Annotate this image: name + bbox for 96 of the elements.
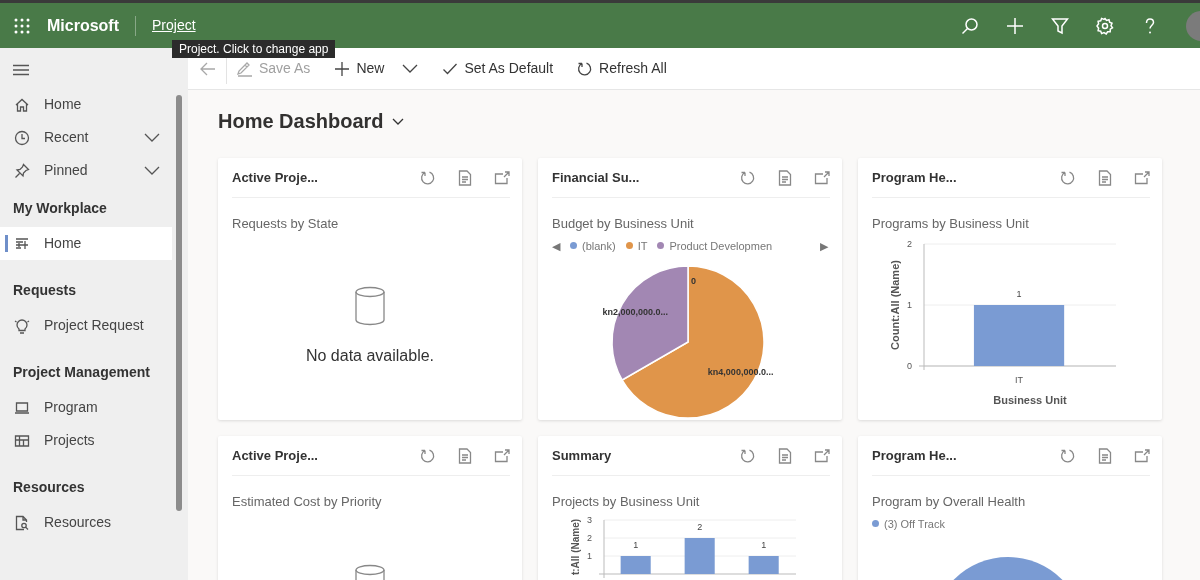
data-label: 1	[761, 539, 767, 550]
legend-label: (3) Off Track	[884, 516, 945, 532]
report-icon[interactable]	[778, 447, 792, 464]
dashboard-icon	[14, 235, 30, 252]
dashboard-selector[interactable]: Home Dashboard	[218, 106, 404, 136]
report-icon[interactable]	[1098, 169, 1112, 186]
database-icon	[353, 285, 387, 326]
command-button[interactable]: New	[328, 58, 425, 79]
legend-label: (blank)	[582, 238, 616, 254]
report-icon[interactable]	[458, 169, 472, 186]
popout-icon[interactable]	[494, 448, 510, 463]
data-label: 1	[1016, 288, 1022, 299]
data-label: 2	[697, 521, 703, 532]
refresh-icon	[577, 60, 594, 77]
card-title: Summary	[552, 446, 612, 465]
app-link[interactable]: Project	[152, 15, 196, 36]
popout-icon[interactable]	[814, 448, 830, 463]
bar	[684, 537, 715, 574]
lightbulb-icon	[14, 317, 30, 334]
chart-title: Budget by Business Unit	[552, 215, 695, 233]
nav-item[interactable]: Projects	[0, 424, 172, 457]
axis-tick-label: 2	[587, 532, 592, 543]
nav-item[interactable]: Home	[0, 88, 172, 121]
axis-tick-label: 1	[907, 299, 912, 310]
filter-icon[interactable]	[1051, 16, 1069, 35]
pin-icon	[14, 162, 30, 179]
chart-title: Programs by Business Unit	[872, 215, 1030, 233]
section-heading: Project Management	[12, 363, 151, 382]
scrollbar-thumb[interactable]	[176, 95, 182, 511]
axis-title: Count:All (Name)	[889, 259, 901, 350]
category-label: IT	[1015, 374, 1024, 385]
chart-title: Estimated Cost by Priority	[232, 493, 383, 511]
card-title: Active Proje...	[232, 446, 318, 465]
section-heading: My Workplace	[12, 199, 108, 218]
home-icon	[14, 96, 30, 113]
clock-icon	[14, 129, 30, 146]
chart-title: Projects by Business Unit	[552, 493, 701, 511]
plus-icon[interactable]	[1006, 16, 1024, 35]
refresh-icon[interactable]	[740, 169, 756, 186]
document-search-icon	[14, 514, 30, 531]
save-as-icon	[237, 60, 253, 77]
chevron-down-icon	[144, 133, 160, 142]
nav-item[interactable]: Pinned	[0, 154, 172, 187]
y-axis-line	[603, 519, 605, 578]
nav-item[interactable]: Resources	[0, 506, 172, 539]
report-icon[interactable]	[458, 447, 472, 464]
board-icon	[14, 432, 30, 449]
command-button[interactable]: Refresh All	[571, 58, 673, 79]
chart-title: Program by Overall Health	[872, 493, 1027, 511]
chevron-down-icon	[391, 117, 404, 125]
card-title: Active Proje...	[232, 168, 318, 187]
nav-item[interactable]: Program	[0, 391, 172, 424]
refresh-icon[interactable]	[420, 169, 436, 186]
tooltip: Project. Click to change app	[172, 40, 336, 58]
axis-title: Business Unit	[993, 393, 1067, 406]
legend-label: Product Developmen	[669, 238, 773, 254]
axis-title: t:All (Name)	[570, 518, 581, 575]
data-label: 0	[691, 276, 696, 287]
plus-icon	[334, 60, 351, 77]
report-icon[interactable]	[1098, 447, 1112, 464]
legend-next[interactable]: ▶	[820, 237, 828, 254]
card-title: Program He...	[872, 168, 957, 187]
section-heading: Resources	[12, 478, 86, 497]
chevron-down-icon	[144, 166, 160, 175]
chevron-down-icon[interactable]	[402, 64, 419, 73]
axis-tick-label: 1	[587, 550, 592, 561]
popout-icon[interactable]	[814, 170, 830, 185]
nav-item[interactable]: Recent	[0, 121, 172, 154]
search-icon[interactable]	[961, 16, 979, 35]
popout-icon[interactable]	[494, 170, 510, 185]
card-title: Financial Su...	[552, 168, 640, 187]
chart-title: Requests by State	[232, 215, 340, 233]
refresh-icon[interactable]	[1060, 169, 1076, 186]
app-launcher-icon[interactable]	[13, 16, 31, 35]
nav-item[interactable]: Home	[0, 227, 172, 260]
axis-tick-label: 3	[587, 514, 592, 525]
report-icon[interactable]	[778, 169, 792, 186]
axis-tick-label: 2	[907, 238, 912, 249]
settings-icon[interactable]	[1096, 16, 1114, 35]
menu-icon[interactable]	[13, 64, 29, 76]
refresh-icon[interactable]	[420, 447, 436, 464]
card-title: Program He...	[872, 446, 957, 465]
section-heading: Requests	[12, 281, 78, 300]
refresh-icon[interactable]	[1060, 447, 1076, 464]
command-button[interactable]: Set As Default	[436, 58, 560, 79]
nav-item[interactable]: Project Request	[0, 309, 172, 342]
popout-icon[interactable]	[1134, 448, 1150, 463]
empty-message: No data available.	[305, 345, 435, 366]
data-label: 1	[633, 539, 639, 550]
refresh-icon[interactable]	[740, 447, 756, 464]
axis-tick-label: 0	[907, 360, 912, 371]
legend-previous[interactable]: ◀	[552, 237, 560, 254]
brand-name: Microsoft	[47, 15, 119, 36]
popout-icon[interactable]	[1134, 170, 1150, 185]
legend-label: IT	[637, 238, 648, 254]
laptop-icon	[14, 399, 30, 416]
